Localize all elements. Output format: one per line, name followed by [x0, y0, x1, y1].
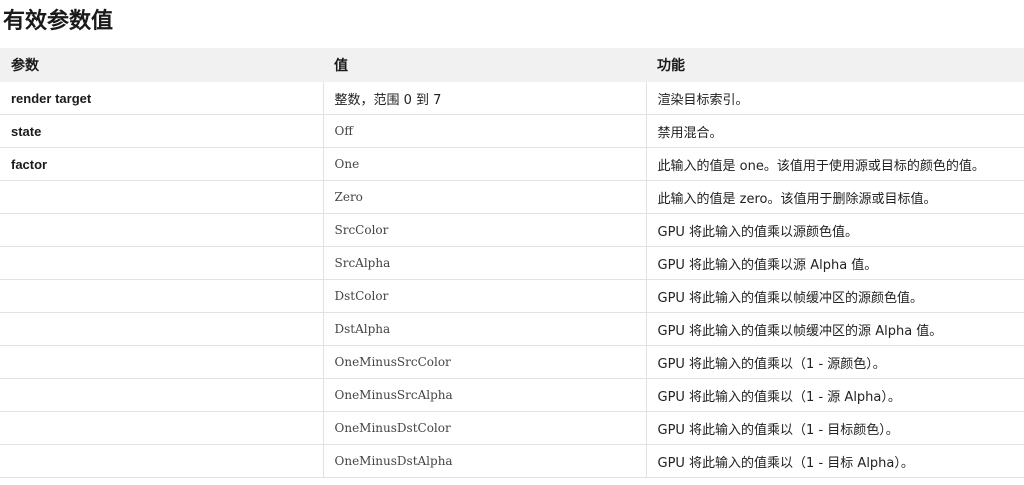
description-cell: GPU 将此输入的值乘以（1 - 目标 Alpha）。: [645, 444, 1024, 478]
header-row: 参数 值 功能: [0, 48, 1024, 82]
param-cell: [0, 213, 323, 247]
value-cell: One: [322, 147, 646, 181]
table-row: factor One 此输入的值是 one。该值用于使用源或目标的颜色的值。: [0, 147, 1024, 181]
table-row: SrcAlpha GPU 将此输入的值乘以源 Alpha 值。: [0, 246, 1024, 280]
description-cell: 渲染目标索引。: [645, 82, 1024, 115]
description-cell: GPU 将此输入的值乘以（1 - 目标颜色）。: [645, 411, 1024, 445]
header-param: 参数: [0, 48, 323, 82]
table-row: OneMinusDstColor GPU 将此输入的值乘以（1 - 目标颜色）。: [0, 411, 1024, 445]
value-cell: OneMinusDstAlpha: [322, 444, 646, 478]
value-cell: OneMinusDstColor: [322, 411, 646, 445]
description-cell: GPU 将此输入的值乘以（1 - 源颜色）。: [645, 345, 1024, 379]
param-cell: [0, 411, 323, 445]
table-row: OneMinusDstAlpha GPU 将此输入的值乘以（1 - 目标 Alph…: [0, 444, 1024, 478]
description-cell: 此输入的值是 zero。该值用于删除源或目标值。: [645, 180, 1024, 214]
param-cell: [0, 279, 323, 313]
param-cell: [0, 180, 323, 214]
table-body: render target 整数，范围 0 到 7 渲染目标索引。 state Off 禁…: [0, 82, 1024, 478]
page-title: 有效参数值: [3, 9, 114, 34]
table-row: OneMinusSrcAlpha GPU 将此输入的值乘以（1 - 源 Alpha…: [0, 378, 1024, 412]
value-cell: OneMinusSrcColor: [322, 345, 646, 379]
param-cell: render target: [0, 82, 323, 115]
table-row: OneMinusSrcColor GPU 将此输入的值乘以（1 - 源颜色）。: [0, 345, 1024, 379]
value-cell: Off: [322, 114, 646, 148]
value-cell: DstAlpha: [322, 312, 646, 346]
param-cell: [0, 444, 323, 478]
description-cell: 此输入的值是 one。该值用于使用源或目标的颜色的值。: [645, 147, 1024, 181]
table-row: Zero 此输入的值是 zero。该值用于删除源或目标值。: [0, 180, 1024, 214]
table-row: DstAlpha GPU 将此输入的值乘以帧缓冲区的源 Alpha 值。: [0, 312, 1024, 346]
param-cell: [0, 312, 323, 346]
param-cell: [0, 345, 323, 379]
description-cell: 禁用混合。: [645, 114, 1024, 148]
description-cell: GPU 将此输入的值乘以（1 - 源 Alpha）。: [645, 378, 1024, 412]
param-cell: factor: [0, 147, 323, 181]
value-cell: DstColor: [322, 279, 646, 313]
description-cell: GPU 将此输入的值乘以帧缓冲区的源 Alpha 值。: [645, 312, 1024, 346]
table-row: state Off 禁用混合。: [0, 114, 1024, 148]
params-table: 参数 值 功能 render target 整数，范围 0 到 7 渲染目标索引。 s…: [0, 48, 1024, 478]
value-cell: Zero: [322, 180, 646, 214]
header-value: 值: [323, 48, 646, 82]
table-row: SrcColor GPU 将此输入的值乘以源颜色值。: [0, 213, 1024, 247]
table-row: DstColor GPU 将此输入的值乘以帧缓冲区的源颜色值。: [0, 279, 1024, 313]
value-cell: OneMinusSrcAlpha: [322, 378, 646, 412]
description-cell: GPU 将此输入的值乘以帧缓冲区的源颜色值。: [645, 279, 1024, 313]
value-cell: SrcAlpha: [322, 246, 646, 280]
description-cell: GPU 将此输入的值乘以源 Alpha 值。: [645, 246, 1024, 280]
value-cell: SrcColor: [322, 213, 646, 247]
param-cell: [0, 246, 323, 280]
param-cell: state: [0, 114, 323, 148]
header-function: 功能: [646, 48, 1024, 82]
table-row: render target 整数，范围 0 到 7 渲染目标索引。: [0, 82, 1024, 115]
value-cell: 整数，范围 0 到 7: [322, 82, 646, 115]
table-header: 参数 值 功能: [0, 48, 1024, 82]
description-cell: GPU 将此输入的值乘以源颜色值。: [645, 213, 1024, 247]
param-cell: [0, 378, 323, 412]
